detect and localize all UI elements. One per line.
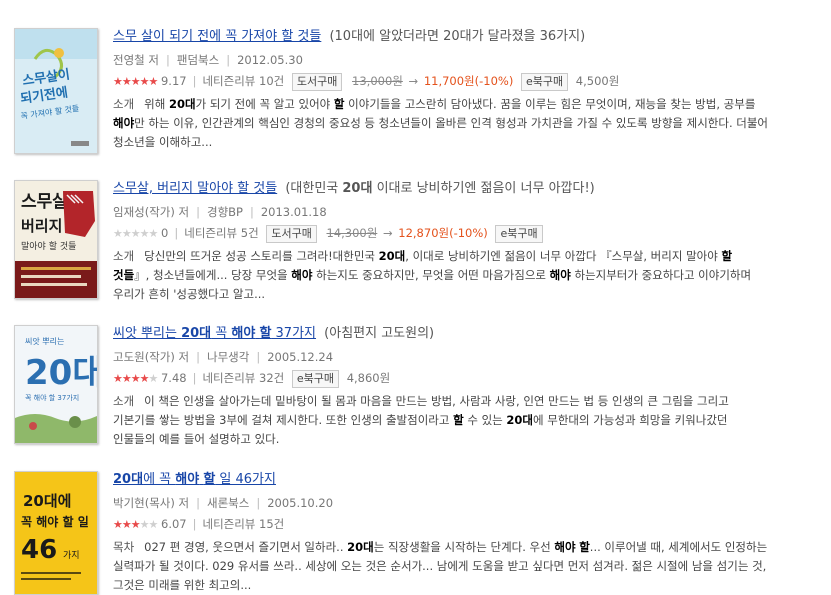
rating-score: 6.07 <box>161 517 187 531</box>
book-meta: 전영철 저 | 팬덤북스 | 2012.05.30 <box>113 53 303 67</box>
review-link[interactable]: 네티즌리뷰 32건 <box>202 371 284 385</box>
book-description: 목차 027 편 경영, 웃으면서 즐기면서 일하라.. 20대는 직장생활을 시… <box>113 538 769 595</box>
cover-title-line1: 20대에 <box>23 492 71 510</box>
description-text: 027 편 경영, 웃으면서 즐기면서 일하라.. 20대는 직장생활을 시작하… <box>113 540 768 592</box>
ebook-price: 4,500원 <box>575 74 620 88</box>
buy-ebook-button[interactable]: e북구매 <box>291 369 340 388</box>
rating-score: 7.48 <box>160 371 187 385</box>
rating-row: ★★★★★ 7.48 | 네티즌리뷰 32건 e북구매 4,860원 <box>113 368 773 388</box>
publish-date: 2013.01.18 <box>260 205 327 219</box>
book-cover[interactable]: 스무살 버리지 말아야 할 것들 <box>14 180 98 299</box>
publisher: 팬덤북스 <box>176 53 220 67</box>
description-text: 이 책은 인생을 살아가는데 밑바탕이 될 몸과 마음을 만드는 방법, 사람과… <box>113 394 729 446</box>
cover-title-line3: 말아야 할 것들 <box>21 240 76 252</box>
sale-price: 11,700원(-10%) <box>423 74 514 88</box>
publish-date: 2005.10.20 <box>267 496 334 510</box>
author: 임재성(작가) 저 <box>113 205 190 219</box>
book-meta: 임재성(작가) 저 | 경향BP | 2013.01.18 <box>113 205 327 219</box>
book-cover[interactable]: 스무살이 되기전에 꼭 가져야 할 것들 <box>14 28 98 154</box>
cover-title-line1: 씨앗 뿌리는 <box>25 336 64 346</box>
description-text: 당신만의 뜨거운 성공 스토리를 그려라!대한민국 20대, 이대로 낭비하기엔… <box>113 249 752 301</box>
publish-date: 2005.12.24 <box>267 350 334 364</box>
buy-ebook-button[interactable]: e북구매 <box>520 72 569 91</box>
rating-stars-icon: ★★★★★ <box>113 75 158 88</box>
description-label: 소개 <box>113 394 135 408</box>
book-title-link[interactable]: 20대에 꼭 해야 할 일 46가지 <box>113 472 276 487</box>
book-subtitle: (아침편지 고도원의) <box>324 326 435 341</box>
book-meta: 박기현(목사) 저 | 새론북스 | 2005.10.20 <box>113 496 334 510</box>
ebook-price: 4,860원 <box>346 371 391 385</box>
author: 박기현(목사) 저 <box>113 496 190 510</box>
rating-row: ★★★★★ 0 | 네티즌리뷰 5건 도서구매 14,300원 → 12,870원(… <box>113 223 773 243</box>
author: 고도원(작가) 저 <box>113 350 190 364</box>
buy-book-button[interactable]: 도서구매 <box>266 224 317 243</box>
arrow-icon: → <box>408 74 419 88</box>
publisher: 경향BP <box>206 205 243 219</box>
publisher: 나무생각 <box>206 350 250 364</box>
rating-score: 0 <box>161 226 169 240</box>
book-search-results: 스무살이 되기전에 꼭 가져야 할 것들 스무 살이 되기 전에 꼭 가져야 할… <box>0 0 831 595</box>
buy-ebook-button[interactable]: e북구매 <box>495 224 543 243</box>
description-label: 소개 <box>113 249 135 263</box>
rating-score: 9.17 <box>160 74 187 88</box>
cover-title-line4: 가지 <box>63 550 80 561</box>
description-text: 위해 20대가 되기 전에 꼭 알고 있어야 할 이야기들을 고스란히 담아냈다… <box>113 97 769 149</box>
buy-book-button[interactable]: 도서구매 <box>291 72 343 91</box>
description-label: 목차 <box>113 540 135 554</box>
book-meta: 고도원(작가) 저 | 나무생각 | 2005.12.24 <box>113 350 334 364</box>
review-link[interactable]: 네티즌리뷰 10건 <box>202 74 284 88</box>
original-price: 13,000원 <box>352 74 403 88</box>
review-link[interactable]: 네티즌리뷰 5건 <box>184 226 258 240</box>
rating-row: ★★★★★ 6.07 | 네티즌리뷰 15건 <box>113 517 285 531</box>
cover-title-line3: 꼭 해야 할 37가지 <box>25 393 79 402</box>
publisher: 새론북스 <box>206 496 250 510</box>
rating-stars-icon: ★★★★★ <box>113 372 158 385</box>
cover-title-line1: 스무살 <box>21 192 68 212</box>
cover-title-line2: 버리지 <box>21 217 62 235</box>
rating-stars-icon: ★★★★★ <box>113 227 158 240</box>
book-cover[interactable]: 씨앗 뿌리는 20대 꼭 해야 할 37가지 <box>14 325 98 444</box>
rating-stars-icon: ★★★★★ <box>113 518 158 531</box>
book-description: 소개 위해 20대가 되기 전에 꼭 알고 있어야 할 이야기들을 고스란히 담아… <box>113 95 769 152</box>
arrow-icon: → <box>382 226 393 240</box>
cover-title-line2: 꼭 해야 할 일 <box>21 514 89 529</box>
review-link[interactable]: 네티즌리뷰 15건 <box>202 517 284 531</box>
rating-row: ★★★★★ 9.17 | 네티즌리뷰 10건 도서구매 13,000원 → 11,7… <box>113 71 773 91</box>
description-label: 소개 <box>113 97 135 111</box>
cover-title-line2: 20대 <box>25 353 97 393</box>
book-title-link[interactable]: 스무살, 버리지 말아야 할 것들 <box>113 181 277 196</box>
publish-date: 2012.05.30 <box>237 53 303 67</box>
book-description: 소개 당신만의 뜨거운 성공 스토리를 그려라!대한민국 20대, 이대로 낭비하… <box>113 247 769 304</box>
book-subtitle: (10대에 알았더라면 20대가 달라졌을 36가지) <box>329 29 586 44</box>
book-subtitle: (대한민국 20대 이대로 낭비하기엔 젊음이 너무 아깝다!) <box>285 181 595 196</box>
cover-title-line3: 46 <box>21 535 57 565</box>
book-title-link[interactable]: 씨앗 뿌리는 20대 꼭 해야 할 37가지 <box>113 326 316 341</box>
book-cover[interactable]: 20대에 꼭 해야 할 일 46 가지 <box>14 471 98 595</box>
author: 전영철 저 <box>113 53 159 67</box>
book-description: 소개 이 책은 인생을 살아가는데 밑바탕이 될 몸과 마음을 만드는 방법, 사… <box>113 392 769 449</box>
original-price: 14,300원 <box>326 226 378 240</box>
sale-price: 12,870원(-10%) <box>398 226 488 240</box>
book-title-link[interactable]: 스무 살이 되기 전에 꼭 가져야 할 것들 <box>113 29 321 44</box>
